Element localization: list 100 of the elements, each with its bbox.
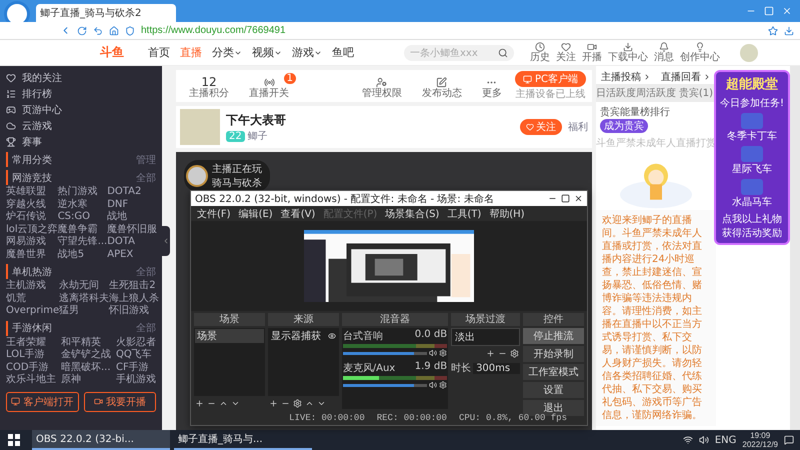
category-link[interactable]: 海上狼人杀 xyxy=(109,292,160,305)
header-link[interactable]: 消息 xyxy=(654,42,674,63)
category-link[interactable]: 暗黑破坏... xyxy=(61,362,111,374)
network-icon[interactable] xyxy=(682,435,693,445)
category-link[interactable]: 原神 xyxy=(61,374,111,386)
volume-slider[interactable] xyxy=(342,352,428,354)
category-link[interactable]: 主机游戏 xyxy=(6,280,60,292)
add-icon[interactable] xyxy=(486,349,495,358)
category-link[interactable]: 穿越火线 xyxy=(6,198,58,211)
category-link[interactable]: 魔兽怀旧服 xyxy=(107,224,158,236)
category-link[interactable]: QQ飞车 xyxy=(116,349,156,362)
section-more-link[interactable]: 全部 xyxy=(136,321,156,335)
toolbar-item[interactable]: 管理权限 xyxy=(354,72,409,100)
section-action[interactable]: 管理 xyxy=(136,152,156,166)
category-link[interactable]: APEX xyxy=(107,248,158,261)
header-link[interactable]: 创作中心 xyxy=(680,42,720,63)
header-link[interactable]: 关注 xyxy=(556,42,576,63)
add-icon[interactable] xyxy=(195,399,204,408)
category-link[interactable]: 战地5 xyxy=(58,248,108,261)
control-button[interactable]: 停止推流 xyxy=(522,328,584,344)
category-link[interactable]: lol云顶之弈 xyxy=(6,224,58,236)
category-link[interactable]: DOTA2 xyxy=(107,186,158,198)
panel-link[interactable]: 直播回看 xyxy=(661,70,711,84)
category-link[interactable]: 饥荒 xyxy=(6,292,60,305)
section-more-link[interactable]: 全部 xyxy=(136,264,156,278)
taskbar-app[interactable]: OBS 22.0.2 (32-bi... xyxy=(32,430,170,450)
category-link[interactable]: 热门游戏 xyxy=(58,186,108,198)
volume-fill[interactable] xyxy=(342,352,414,354)
nav-link[interactable]: 鱼吧 xyxy=(332,45,354,60)
scrollbar[interactable] xyxy=(790,66,800,430)
header-link[interactable]: 下载中心 xyxy=(608,42,648,63)
sidebar-button[interactable]: 我要开播 xyxy=(84,392,156,412)
windows-icon[interactable] xyxy=(8,434,20,446)
category-link[interactable]: 守望先锋... xyxy=(58,236,108,248)
promo-banner[interactable]: 超能殿堂 今日参加任务! 冬季卡丁车 星际飞车 水晶马车 点我以上礼物获得活动奖励 xyxy=(714,70,790,245)
category-link[interactable]: 魔兽世界 xyxy=(6,248,58,261)
sidebar-item[interactable]: 云游戏 xyxy=(6,118,156,133)
category-link[interactable]: 生死狙击2 xyxy=(109,280,160,292)
language-indicator[interactable]: ENG xyxy=(714,434,736,446)
category-link[interactable]: 手机游戏 xyxy=(116,374,156,386)
notification-icon[interactable] xyxy=(784,435,794,445)
menu-item[interactable]: 帮助(H) xyxy=(489,206,525,220)
category-link[interactable]: DOTA xyxy=(107,236,158,248)
menu-item[interactable]: 文件(F) xyxy=(197,206,231,220)
streamer-name[interactable]: 鲫子 xyxy=(248,130,268,142)
category-link[interactable]: Overprime xyxy=(6,305,60,318)
maximize-icon[interactable] xyxy=(561,194,570,203)
header-link[interactable]: 开播 xyxy=(582,42,602,63)
header-link[interactable]: 历史 xyxy=(530,42,550,63)
settings-icon[interactable] xyxy=(439,349,448,357)
category-link[interactable]: 战地 xyxy=(107,211,158,224)
category-link[interactable]: DNF xyxy=(107,198,158,211)
category-link[interactable]: 火影忍者 xyxy=(116,336,156,349)
category-link[interactable]: CS:GO xyxy=(58,211,108,224)
toolbar-item[interactable]: 发布动态 xyxy=(414,72,469,100)
category-link[interactable]: COD手游 xyxy=(6,362,56,374)
panel-tab[interactable]: 贵宾(1) xyxy=(676,84,716,102)
section-more-link[interactable]: 全部 xyxy=(136,170,156,184)
menu-item[interactable]: 场景集合(S) xyxy=(385,206,440,220)
control-button[interactable]: 开始录制 xyxy=(522,346,584,362)
sidebar-item[interactable]: 我的关注 xyxy=(6,70,156,85)
category-link[interactable]: 逃离塔科夫 xyxy=(59,292,110,305)
refresh-icon[interactable] xyxy=(77,26,87,36)
menu-item[interactable]: 工具(T) xyxy=(447,206,482,220)
welfare-link[interactable]: 福利 xyxy=(568,120,588,134)
control-button[interactable]: 工作室模式 xyxy=(522,364,584,380)
category-link[interactable]: 金铲铲之战 xyxy=(61,349,111,362)
eye-icon[interactable] xyxy=(328,332,336,340)
nav-link[interactable]: 视频 xyxy=(252,45,282,60)
sidebar-item[interactable]: 赛事 xyxy=(6,134,156,149)
taskbar-app[interactable]: 鲫子直播_骑马与... xyxy=(174,430,312,450)
move-down-icon[interactable] xyxy=(316,399,326,408)
category-link[interactable]: 王者荣耀 xyxy=(6,336,56,349)
category-link[interactable]: 怀旧游戏 xyxy=(109,305,160,318)
collapse-button[interactable] xyxy=(162,226,170,256)
move-up-icon[interactable] xyxy=(304,399,314,408)
category-link[interactable]: 逆水寒 xyxy=(58,198,108,211)
nav-link[interactable]: 首页 xyxy=(148,45,170,60)
settings-icon[interactable] xyxy=(292,399,302,408)
menu-item[interactable]: 编辑(E) xyxy=(238,206,273,220)
speaker-icon[interactable] xyxy=(429,381,438,389)
sidebar-button[interactable]: 客户端打开 xyxy=(6,392,78,412)
duration-field[interactable]: 300ms xyxy=(473,362,520,374)
category-link[interactable]: 炉石传说 xyxy=(6,211,58,224)
settings-icon[interactable] xyxy=(439,381,448,389)
close-icon[interactable] xyxy=(574,194,583,203)
source-item[interactable]: 显示器捕获 xyxy=(270,329,321,343)
settings-icon[interactable] xyxy=(510,349,519,358)
category-link[interactable]: 欢乐斗地主 xyxy=(6,374,56,386)
sidebar-item[interactable]: 排行榜 xyxy=(6,86,156,101)
toolbar-item[interactable]: 12 主播积分 xyxy=(182,72,236,100)
category-link[interactable]: 魔兽争霸 xyxy=(58,224,108,236)
category-link[interactable]: LOL手游 xyxy=(6,349,56,362)
browser-tab[interactable]: 鲫子直播_骑马与砍杀2 xyxy=(36,4,176,22)
nav-link[interactable]: 分类 xyxy=(212,45,242,60)
control-button[interactable]: 设置 xyxy=(522,382,584,398)
volume-icon[interactable] xyxy=(698,435,709,445)
category-link[interactable]: 网易游戏 xyxy=(6,236,58,248)
move-up-icon[interactable] xyxy=(219,399,228,408)
category-link[interactable]: 和平精英 xyxy=(61,336,111,349)
